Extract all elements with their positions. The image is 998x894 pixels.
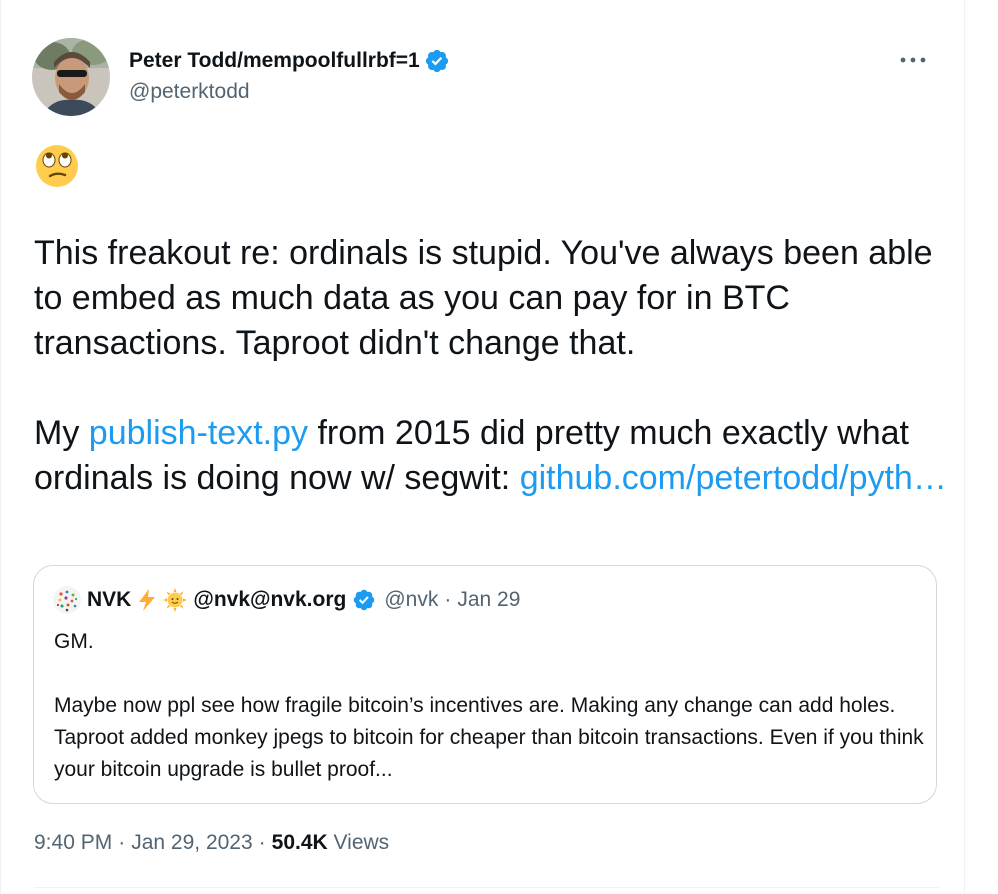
left-divider [0, 0, 1, 894]
tweet-paragraph-1: This freakout re: ordinals is stupid. Yo… [34, 234, 933, 362]
quoted-tweet-text: Maybe now ppl see how fragile bitcoin’s … [54, 694, 924, 781]
tweet-container: Peter Todd/mempoolfullrbf=1 @peterktodd [0, 0, 998, 894]
quoted-separator-dot: · [444, 588, 452, 611]
quoted-tweet-card[interactable]: NVK @nvk@nvk.org @nvk · Jan 29 GM. Maybe… [33, 565, 937, 804]
publish-text-link[interactable]: publish-text.py [89, 414, 308, 452]
meta-separator: · [118, 831, 126, 854]
tweet-time[interactable]: 9:40 PM [34, 831, 112, 854]
github-link[interactable]: github.com/petertodd/pyth… [520, 459, 947, 497]
tweet-date[interactable]: Jan 29, 2023 [131, 831, 252, 854]
author-name[interactable]: Peter Todd/mempoolfullrbf=1 [129, 49, 420, 73]
sun-with-face-icon [163, 588, 188, 612]
bottom-divider [34, 887, 939, 888]
quoted-author-avatar[interactable] [53, 586, 81, 614]
high-voltage-icon [139, 589, 156, 611]
quoted-verified-badge-icon [354, 589, 375, 611]
tweet-p2-prefix: My [34, 414, 89, 452]
tweet-text: This freakout re: ordinals is stupid. Yo… [34, 231, 954, 501]
tweet-paragraph-2: My publish-text.py from 2015 did pretty … [34, 411, 954, 501]
quoted-tweet-header: NVK @nvk@nvk.org @nvk · Jan 29 [53, 586, 520, 614]
author-name-row[interactable]: Peter Todd/mempoolfullrbf=1 [129, 48, 450, 74]
views-count[interactable]: 50.4K [272, 831, 328, 854]
quoted-tweet-date[interactable]: Jan 29 [457, 588, 520, 612]
more-icon [900, 57, 926, 63]
quoted-author-name[interactable]: NVK [87, 588, 131, 612]
verified-badge-icon [424, 48, 450, 74]
author-avatar[interactable] [32, 38, 110, 116]
right-divider [964, 0, 965, 894]
meta-separator: · [258, 831, 266, 854]
quoted-tweet-line1: GM. [54, 630, 94, 653]
author-handle[interactable]: @peterktodd [129, 80, 250, 104]
more-options-button[interactable] [893, 45, 933, 75]
quoted-author-display-suffix[interactable]: @nvk@nvk.org [193, 588, 346, 612]
face-with-rolling-eyes-icon [34, 143, 80, 189]
tweet-meta: 9:40 PM · Jan 29, 2023 · 50.4K Views [34, 831, 389, 855]
views-label[interactable]: Views [334, 831, 390, 854]
quoted-author-handle[interactable]: @nvk [384, 588, 438, 612]
quoted-tweet-body: GM. Maybe now ppl see how fragile bitcoi… [54, 626, 924, 786]
